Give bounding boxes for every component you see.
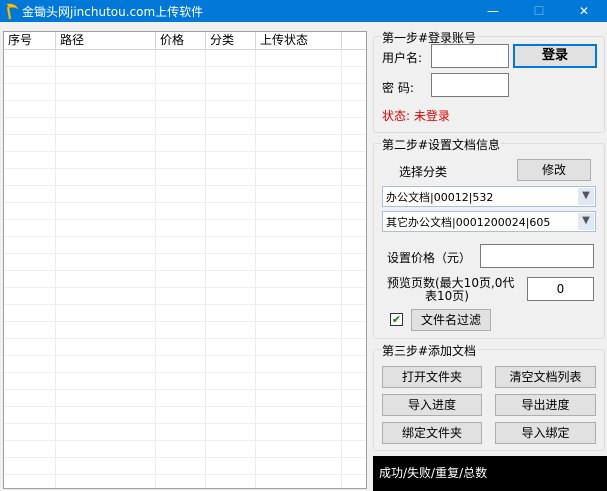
upload-summary-text: 成功/失败/重复/总数 <box>379 466 488 480</box>
chevron-down-icon[interactable]: ▼ <box>578 213 594 230</box>
password-label: 密 码: <box>382 81 414 95</box>
document-info-group: 第二步#设置文档信息 选择分类 修改 办公文档|00012|532 ▼ 其它办公… <box>373 136 605 339</box>
close-button[interactable]: ✕ <box>561 0 607 22</box>
modify-category-button[interactable]: 修改 <box>517 159 591 181</box>
file-list[interactable]: 序号 路径 价格 分类 上传状态 <box>3 31 367 489</box>
price-input[interactable] <box>480 244 594 268</box>
username-label: 用户名: <box>382 51 423 65</box>
column-header-upload-status[interactable]: 上传状态 <box>256 32 342 49</box>
add-documents-group: 第三步#添加文档 打开文件夹 清空文档列表 导入进度 导出进度 绑定文件夹 导入… <box>373 342 605 451</box>
password-input[interactable] <box>431 73 509 97</box>
primary-category-value: 办公文档|00012|532 <box>386 191 494 204</box>
primary-category-select[interactable]: 办公文档|00012|532 ▼ <box>382 186 596 207</box>
import-progress-button[interactable]: 导入进度 <box>382 394 482 416</box>
price-label: 设置价格（元） <box>387 251 472 265</box>
clear-document-list-button[interactable]: 清空文档列表 <box>495 366 596 388</box>
document-info-group-legend: 第二步#设置文档信息 <box>381 136 502 153</box>
column-header-index[interactable]: 序号 <box>4 32 56 49</box>
file-list-header: 序号 路径 价格 分类 上传状态 <box>4 32 366 50</box>
minimize-button[interactable]: — <box>470 0 516 22</box>
column-header-category[interactable]: 分类 <box>206 32 256 49</box>
login-status-text: 状态: 未登录 <box>382 109 450 123</box>
column-header-path[interactable]: 路径 <box>56 32 156 49</box>
secondary-category-select[interactable]: 其它办公文档|0001200024|605 ▼ <box>382 211 596 232</box>
preview-pages-input[interactable]: 0 <box>527 277 594 301</box>
secondary-category-value: 其它办公文档|0001200024|605 <box>386 216 551 229</box>
login-group: 第一步#登录账号 用户名: 登录 密 码: 状态: 未登录 <box>373 29 605 133</box>
chevron-down-icon[interactable]: ▼ <box>578 188 594 205</box>
window-title: 金锄头网jinchutou.com上传软件 <box>22 5 204 19</box>
add-documents-group-legend: 第三步#添加文档 <box>381 342 478 359</box>
golden-hoe-logo-icon <box>6 3 19 20</box>
preview-pages-label-line2: 表10页) <box>425 289 469 303</box>
preview-pages-label: 预览页数(最大10页,0代 表10页) <box>387 277 514 303</box>
filename-filter-button[interactable]: 文件名过滤 <box>411 309 491 331</box>
choose-category-label: 选择分类 <box>399 165 448 179</box>
preview-pages-label-line1: 预览页数(最大10页,0代 <box>387 276 515 290</box>
column-header-price[interactable]: 价格 <box>156 32 206 49</box>
bind-folder-button[interactable]: 绑定文件夹 <box>382 422 482 444</box>
maximize-button[interactable]: ☐ <box>516 0 562 22</box>
column-gridlines <box>4 50 366 488</box>
upload-summary-bar: 成功/失败/重复/总数 <box>373 456 607 491</box>
filename-filter-checkbox[interactable]: ✔ <box>390 313 403 326</box>
open-folder-button[interactable]: 打开文件夹 <box>382 366 482 388</box>
export-progress-button[interactable]: 导出进度 <box>495 394 596 416</box>
title-bar: 金锄头网jinchutou.com上传软件 — ☐ ✕ <box>0 0 607 22</box>
username-input[interactable] <box>431 44 509 68</box>
import-binding-button[interactable]: 导入绑定 <box>495 422 596 444</box>
login-button[interactable]: 登录 <box>513 44 597 68</box>
